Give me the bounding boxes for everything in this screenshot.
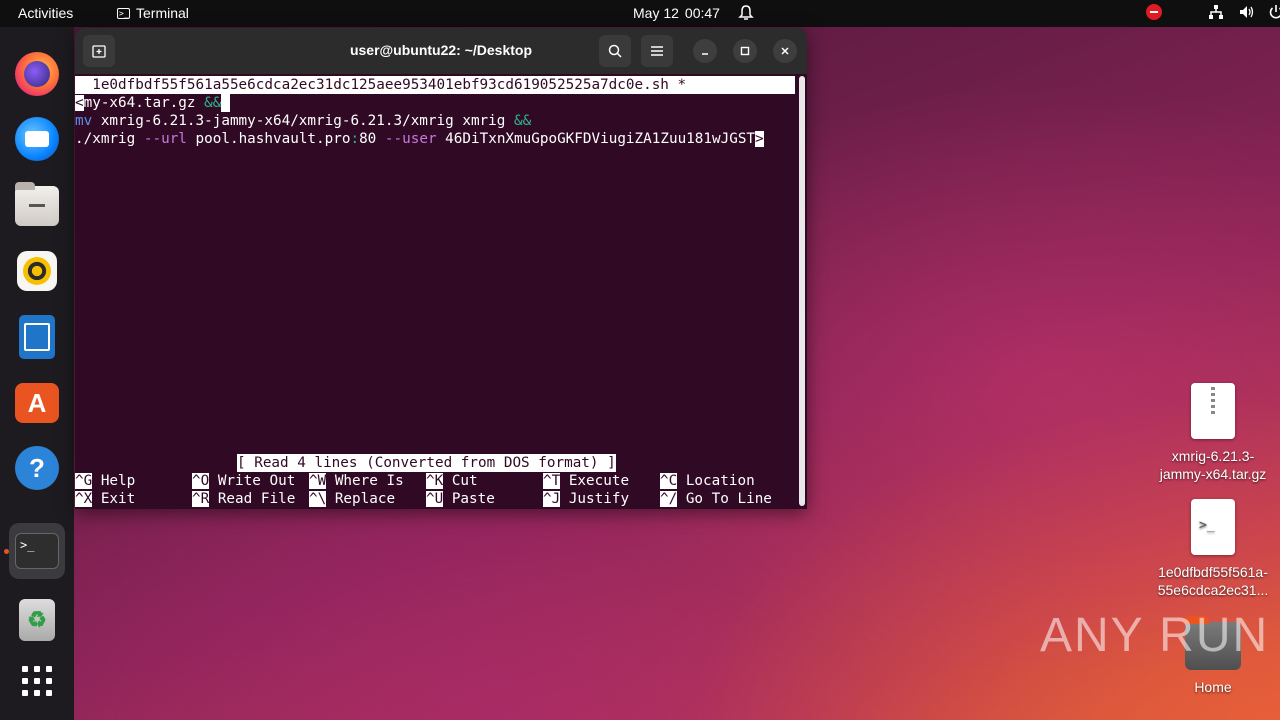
terminal-icon: >_ — [117, 7, 130, 19]
dock-writer[interactable] — [9, 309, 65, 365]
dock-files[interactable] — [9, 178, 65, 234]
shortcut-justify[interactable]: ^J Justify — [543, 490, 629, 508]
shortcut-help[interactable]: ^G Help — [75, 472, 135, 490]
search-icon — [608, 44, 622, 58]
notification-bell-icon[interactable] — [738, 4, 754, 25]
line-text: my-x64.tar.gz — [83, 95, 205, 111]
line-command: ./xmrig — [75, 131, 144, 147]
hamburger-menu-icon — [651, 46, 663, 56]
terminal-window[interactable]: user@ubuntu22: ~/Desktop 1e0dfbdf55f561a… — [75, 28, 807, 509]
line-overflow-marker: < — [75, 95, 84, 111]
dock-trash[interactable]: ♻ — [9, 592, 65, 648]
shortcut-where-is[interactable]: ^W Where Is — [309, 472, 404, 490]
archive-file-icon — [1191, 383, 1235, 439]
line-operator: && — [513, 113, 532, 129]
dock-rhythmbox[interactable] — [9, 243, 65, 299]
clock-date: May 12 — [633, 5, 679, 21]
shortcut-paste[interactable]: ^U Paste — [426, 490, 495, 508]
thunderbird-icon — [15, 117, 59, 161]
editor-line-3[interactable]: ./xmrig --url pool.hashvault.pro:80 --us… — [75, 130, 764, 148]
nano-status-message: [ Read 4 lines (Converted from DOS forma… — [237, 454, 616, 472]
dock-software[interactable]: A — [9, 375, 65, 431]
close-button[interactable] — [773, 39, 797, 63]
dock-thunderbird[interactable] — [9, 111, 65, 167]
shortcut-replace[interactable]: ^\ Replace — [309, 490, 395, 508]
search-button[interactable] — [599, 35, 631, 67]
libreoffice-writer-icon — [19, 315, 55, 359]
line-port: 80 — [359, 131, 385, 147]
system-tray[interactable] — [1146, 4, 1280, 20]
trash-icon: ♻ — [19, 599, 55, 641]
maximize-icon — [740, 46, 750, 56]
clock-time: 00:47 — [684, 5, 720, 21]
desktop-icon-archive[interactable]: xmrig-6.21.3- jammy-x64.tar.gz — [1153, 383, 1273, 483]
text-cursor — [221, 94, 231, 112]
editor-line-1[interactable]: <my-x64.tar.gz && — [75, 94, 231, 112]
minimize-button[interactable] — [693, 39, 717, 63]
clock[interactable]: May 12 00:47 — [633, 5, 720, 21]
dock-firefox[interactable] — [9, 46, 65, 102]
scrollbar[interactable] — [799, 76, 805, 506]
line-flag-user: --user — [384, 131, 437, 147]
show-apps-button[interactable] — [9, 653, 65, 709]
desktop-icon-label: jammy-x64.tar.gz — [1159, 466, 1267, 482]
shortcut-cut[interactable]: ^K Cut — [426, 472, 478, 490]
shortcut-go-to-line[interactable]: ^/ Go To Line — [660, 490, 772, 508]
apps-grid-icon — [22, 666, 52, 696]
line-overflow-marker: > — [755, 131, 764, 147]
no-entry-icon[interactable] — [1146, 4, 1162, 20]
nano-header: 1e0dfbdf55f561a55e6cdca2ec31dc125aee9534… — [75, 76, 795, 94]
rhythmbox-icon — [17, 251, 57, 291]
shortcut-location[interactable]: ^C Location — [660, 472, 755, 490]
shortcut-execute[interactable]: ^T Execute — [543, 472, 629, 490]
nano-editor[interactable]: 1e0dfbdf55f561a55e6cdca2ec31dc125aee9534… — [75, 74, 807, 509]
app-menu-label: Terminal — [136, 5, 189, 21]
firefox-icon — [15, 52, 59, 96]
app-center-icon: A — [15, 383, 59, 423]
app-menu[interactable]: >_ Terminal — [117, 5, 189, 21]
power-icon[interactable] — [1268, 4, 1280, 20]
line-command: mv — [75, 113, 93, 129]
desktop-icon-label: Home — [1194, 679, 1232, 695]
editor-line-2[interactable]: mv xmrig-6.21.3-jammy-x64/xmrig-6.21.3/x… — [75, 112, 531, 130]
network-icon[interactable] — [1208, 4, 1224, 20]
desktop-icon-label: 55e6cdca2ec31... — [1157, 582, 1269, 598]
close-icon — [781, 47, 789, 55]
title-bar[interactable]: user@ubuntu22: ~/Desktop — [75, 28, 807, 74]
line-host: pool.hashvault.pro — [186, 131, 351, 147]
activities-button[interactable]: Activities — [18, 5, 73, 21]
desktop-icon-script[interactable]: >_ 1e0dfbdf55f561a- 55e6cdca2ec31... — [1153, 499, 1273, 599]
desktop-icon-label: xmrig-6.21.3- — [1171, 448, 1255, 464]
shortcut-write-out[interactable]: ^O Write Out — [192, 472, 295, 490]
minimize-icon — [702, 53, 708, 55]
anyrun-watermark: ANY RUN — [1040, 609, 1270, 662]
line-flag-url: --url — [143, 131, 187, 147]
help-icon: ? — [15, 446, 59, 490]
nano-modified-flag: * — [677, 77, 687, 93]
shell-script-file-icon: >_ — [1191, 499, 1235, 555]
dock-help[interactable]: ? — [9, 440, 65, 496]
line-wallet: 46DiTxnXmuGpoGKFDViugiZA1Zuu181wJGST — [436, 131, 756, 147]
nano-filename: 1e0dfbdf55f561a55e6cdca2ec31dc125aee9534… — [92, 77, 669, 93]
shortcut-exit[interactable]: ^X Exit — [75, 490, 135, 508]
dock: A ? >_ ♻ — [0, 27, 74, 720]
dock-terminal[interactable]: >_ — [9, 523, 65, 579]
line-colon: : — [350, 131, 360, 147]
volume-icon[interactable] — [1238, 4, 1254, 20]
top-bar: Activities >_ Terminal May 12 00:47 — [0, 0, 1280, 27]
desktop-icon-label: 1e0dfbdf55f561a- — [1158, 564, 1268, 580]
menu-button[interactable] — [641, 35, 673, 67]
files-icon — [15, 182, 59, 226]
line-operator: && — [204, 95, 222, 111]
terminal-icon: >_ — [15, 533, 59, 569]
maximize-button[interactable] — [733, 39, 757, 63]
shortcut-read-file[interactable]: ^R Read File — [192, 490, 295, 508]
line-text: xmrig-6.21.3-jammy-x64/xmrig-6.21.3/xmri… — [92, 113, 514, 129]
